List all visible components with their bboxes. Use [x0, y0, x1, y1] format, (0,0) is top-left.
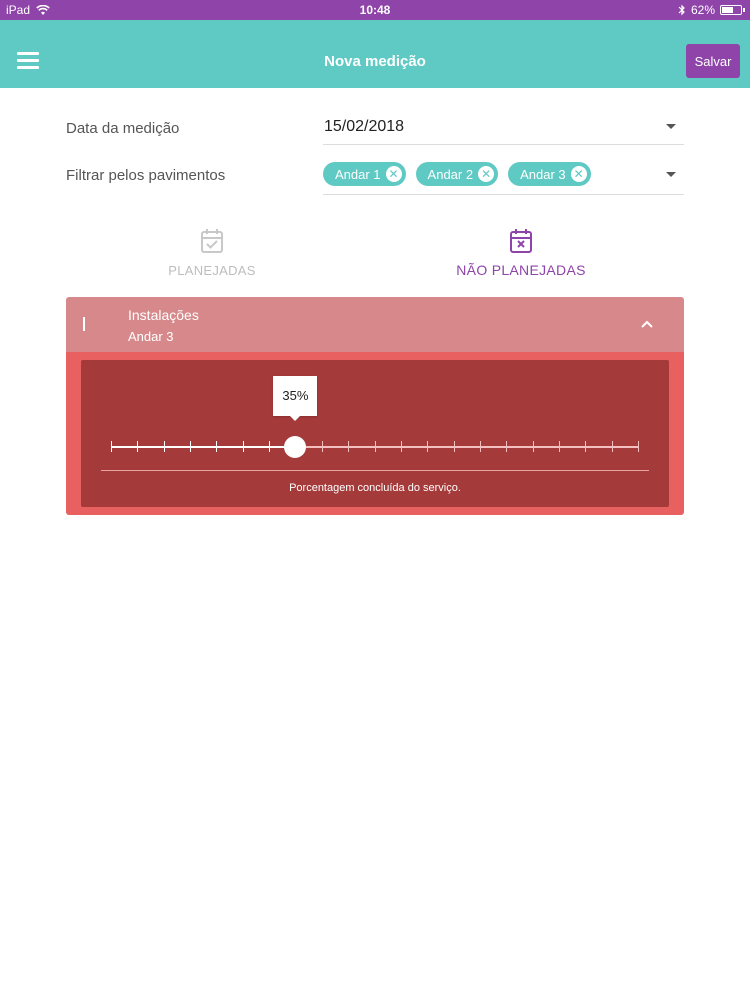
slider-tick	[453, 441, 455, 452]
slider-track[interactable]: 35%	[111, 376, 639, 458]
app-header: Nova medição	[0, 20, 750, 88]
service-panel-body: 35% Porcentagem concluída do serviço.	[66, 352, 684, 515]
filter-label: Filtrar pelos pavimentos	[66, 167, 226, 184]
chip-andar-2: Andar 2 ✕	[415, 162, 499, 186]
slider-fill	[111, 446, 296, 448]
bluetooth-icon	[678, 4, 685, 16]
floor-filter-select[interactable]: Andar 1 ✕ Andar 2 ✕ Andar 3 ✕	[323, 158, 684, 195]
status-bar: iPad 10:48 62%	[0, 0, 750, 20]
chip-label: Andar 3	[520, 166, 566, 182]
date-value: 15/02/2018	[324, 118, 405, 135]
divider	[101, 470, 649, 471]
clock: 10:48	[359, 3, 391, 17]
slider-tick	[137, 441, 139, 452]
slider-tick	[638, 441, 639, 452]
chevron-up-icon[interactable]	[640, 317, 654, 331]
battery-level	[722, 7, 734, 13]
slider-tick	[585, 441, 587, 452]
date-label: Data da medição	[66, 120, 180, 137]
slider-tick	[400, 441, 402, 452]
chip-andar-1: Andar 1 ✕	[323, 162, 406, 186]
slider-tick	[479, 441, 481, 452]
page-title: Nova medição	[324, 53, 426, 70]
save-button[interactable]: Salvar	[686, 44, 740, 78]
battery-icon	[720, 5, 745, 15]
slider-tick	[532, 441, 534, 452]
tab-label: PLANEJADAS	[168, 263, 256, 278]
slider-thumb[interactable]	[284, 436, 307, 458]
status-right: 62%	[678, 3, 745, 17]
date-select[interactable]: 15/02/2018	[323, 110, 684, 145]
slider-tick	[190, 441, 192, 452]
calendar-check-icon	[201, 229, 223, 253]
status-indicator	[83, 317, 85, 331]
close-icon[interactable]: ✕	[385, 166, 402, 182]
slider-tick	[321, 441, 323, 452]
slider-tick	[348, 441, 350, 452]
chip-label: Andar 2	[427, 166, 474, 182]
calendar-x-icon	[510, 229, 532, 253]
dropdown-arrow-icon	[666, 172, 676, 177]
slider-tick	[427, 441, 429, 452]
service-floor: Andar 3	[128, 329, 174, 344]
slider-tick	[269, 441, 271, 452]
battery-percent: 62%	[690, 3, 715, 17]
tab-label: NÃO PLANEJADAS	[456, 262, 586, 278]
close-icon[interactable]: ✕	[478, 166, 495, 182]
slider-tick	[374, 441, 376, 452]
slider-tick	[163, 441, 165, 452]
tab-nao-planejadas[interactable]: NÃO PLANEJADAS	[421, 228, 621, 280]
chip-label: Andar 1	[335, 166, 381, 182]
service-panel-header[interactable]: Instalações Andar 3	[66, 297, 684, 352]
slider-tick	[611, 441, 613, 452]
slider-hint: Porcentagem concluída do serviço.	[289, 482, 461, 494]
slider-tick	[111, 441, 112, 452]
slider-tick	[216, 441, 218, 452]
chip-andar-3: Andar 3 ✕	[508, 162, 591, 186]
slider-tick	[558, 441, 560, 452]
close-icon[interactable]: ✕	[570, 166, 587, 182]
slider-value-tooltip: 35%	[273, 376, 318, 421]
dropdown-arrow-icon	[666, 124, 676, 129]
service-title: Instalações	[128, 307, 199, 323]
battery-tip	[743, 8, 745, 12]
progress-slider-card: 35% Porcentagem concluída do serviço.	[81, 360, 669, 507]
slider-tick	[242, 441, 244, 452]
tab-planejadas[interactable]: PLANEJADAS	[112, 228, 312, 280]
chip-list: Andar 1 ✕ Andar 2 ✕ Andar 3 ✕	[323, 162, 591, 186]
slider-tick	[506, 441, 508, 452]
